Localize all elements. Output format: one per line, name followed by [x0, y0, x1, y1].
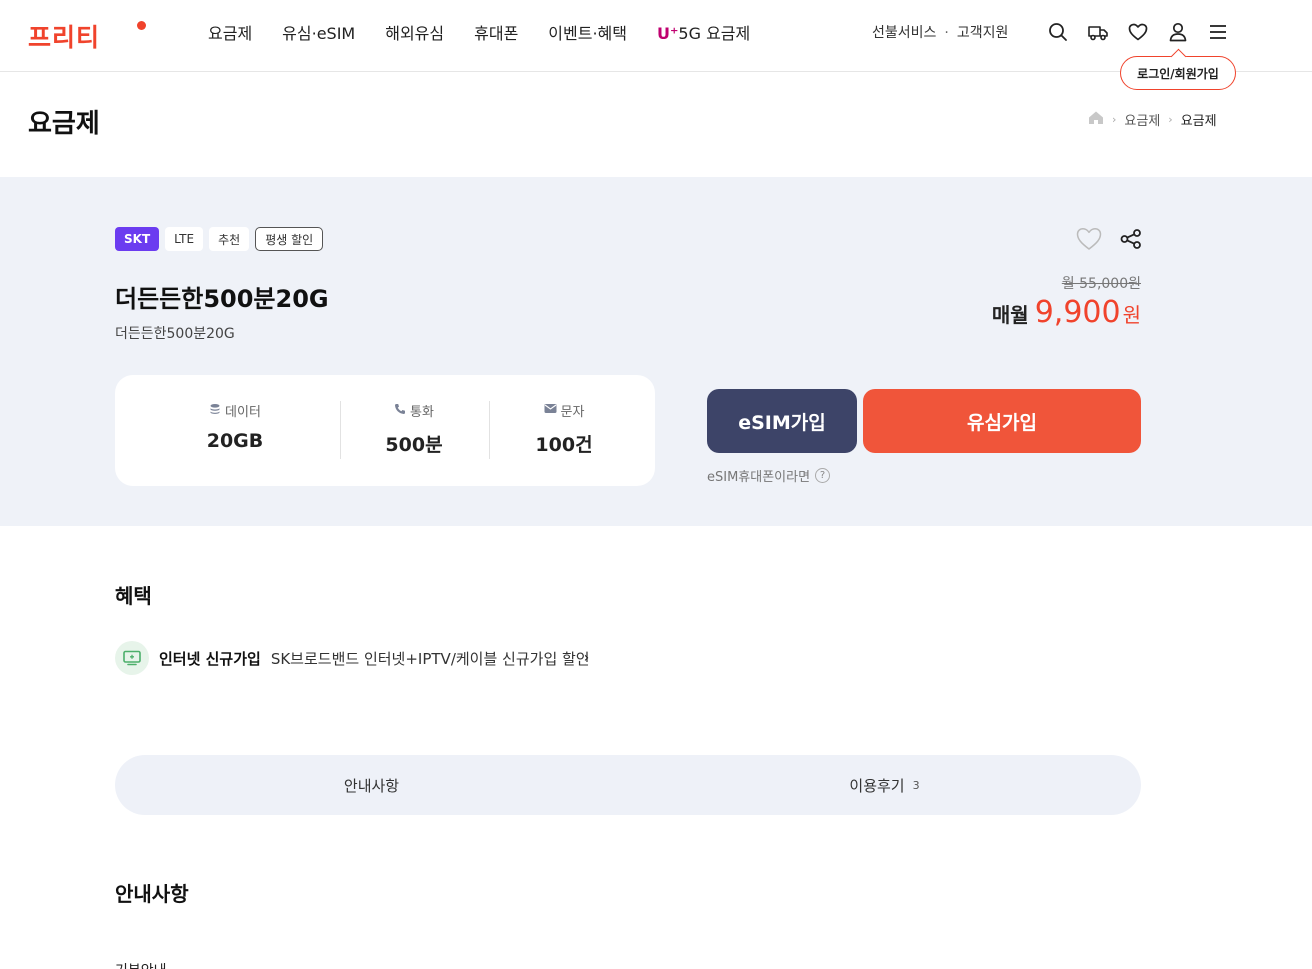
- nav-item-usim-esim[interactable]: 유심·eSIM: [282, 20, 355, 44]
- tab-notice[interactable]: 안내사항: [115, 755, 628, 815]
- chevron-right-icon: ›: [583, 650, 590, 666]
- page-title: 요금제: [28, 109, 100, 139]
- utility-separator: ·: [944, 25, 949, 41]
- benefit-name: 인터넷 신규가입: [159, 649, 261, 668]
- price-unit: 원: [1122, 303, 1141, 327]
- recommend-badge: 추천: [209, 227, 250, 251]
- esim-note-text: eSIM휴대폰이라면: [707, 470, 811, 485]
- breadcrumb-current: 요금제: [1180, 114, 1217, 129]
- usim-signup-button[interactable]: 유심가입: [863, 389, 1141, 453]
- spec-call: 통화 500분: [339, 401, 489, 457]
- spec-value: 100건: [535, 434, 593, 456]
- data-icon: [209, 403, 221, 419]
- price-label: 매월: [991, 303, 1029, 327]
- phone-icon: [394, 403, 406, 419]
- plan-spec-card: 데이터 20GB 통화 500분 문자 100건: [115, 375, 655, 486]
- plan-name: 더든든한500분20G: [115, 285, 329, 313]
- search-icon[interactable]: [1046, 20, 1070, 44]
- tab-reviews[interactable]: 이용후기 3: [628, 755, 1141, 815]
- main-nav: 요금제 유심·eSIM 해외유심 휴대폰 이벤트·혜택 U⁺5G 요금제: [208, 20, 750, 44]
- notice-section-title: 안내사항: [115, 882, 189, 906]
- support-link[interactable]: 고객지원: [957, 25, 1009, 41]
- carrier-badge: SKT: [115, 227, 160, 251]
- esim-signup-button[interactable]: eSIM가입: [707, 389, 857, 453]
- breadcrumb: › 요금제 › 요금제: [1088, 110, 1217, 129]
- delivery-truck-icon[interactable]: [1086, 20, 1110, 44]
- plan-summary-panel: SKT LTE 추천 평생 할인 더든든한500분20G 더든든한500분20G…: [0, 177, 1312, 526]
- site-logo[interactable]: 프리티: [28, 18, 100, 54]
- menu-icon[interactable]: [1206, 20, 1230, 44]
- chevron-right-icon: ›: [1112, 113, 1117, 126]
- prepaid-link[interactable]: 선불서비스: [872, 25, 936, 41]
- breadcrumb-item[interactable]: 요금제: [1124, 110, 1160, 129]
- help-icon[interactable]: ?: [815, 468, 831, 483]
- tv-icon: [115, 641, 149, 675]
- share-icon[interactable]: [1120, 229, 1142, 253]
- plan-subtitle: 더든든한500분20G: [115, 326, 235, 342]
- home-icon[interactable]: [1088, 110, 1104, 129]
- spec-label: 문자: [560, 405, 585, 420]
- site-header: 프리티 요금제 유심·eSIM 해외유심 휴대폰 이벤트·혜택 U⁺5G 요금제…: [0, 0, 1312, 90]
- nav-item-global-usim[interactable]: 해외유심: [385, 20, 444, 44]
- favorite-heart-icon[interactable]: [1076, 227, 1102, 255]
- benefit-section-title: 혜택: [115, 584, 152, 608]
- benefit-description: SK브로드밴드 인터넷+IPTV/케이블 신규가입 할인: [270, 649, 590, 668]
- spec-label: 통화: [410, 405, 434, 420]
- utility-links: 선불서비스 · 고객지원: [872, 22, 1008, 42]
- esim-note: eSIM휴대폰이라면 ?: [707, 466, 831, 485]
- review-count: 3: [912, 778, 920, 792]
- nav-item-events[interactable]: 이벤트·혜택: [548, 20, 627, 44]
- price-value: 9,900: [1034, 295, 1121, 330]
- original-price: 월 55,000원: [1061, 276, 1141, 292]
- spec-value: 500분: [385, 434, 443, 456]
- lifetime-discount-badge: 평생 할인: [255, 227, 324, 251]
- monthly-price: 매월 9,900 원: [992, 295, 1141, 330]
- basic-info-heading[interactable]: 기본안내: [115, 960, 167, 969]
- spec-sms: 문자 100건: [489, 401, 639, 457]
- login-tooltip[interactable]: 로그인/회원가입: [1120, 56, 1236, 90]
- chevron-right-icon: ›: [1168, 113, 1173, 126]
- spec-label: 데이터: [225, 405, 261, 420]
- nav-item-phones[interactable]: 휴대폰: [474, 20, 518, 44]
- network-badge: LTE: [165, 227, 204, 251]
- plan-badges: SKT LTE 추천 평생 할인: [115, 227, 324, 251]
- nav-item-uplus-5g[interactable]: U⁺5G 요금제: [657, 20, 750, 44]
- tab-label: 안내사항: [343, 776, 400, 795]
- tab-label: 이용후기: [849, 776, 905, 795]
- nav-item-plans[interactable]: 요금제: [208, 20, 252, 44]
- mail-icon: [544, 403, 557, 418]
- heart-icon[interactable]: [1126, 20, 1150, 44]
- uplus-logo: U⁺: [656, 24, 679, 43]
- user-icon[interactable]: [1166, 20, 1190, 44]
- detail-tabs: 안내사항 이용후기 3: [115, 755, 1141, 815]
- logo-dot: [137, 21, 146, 30]
- benefit-item[interactable]: 인터넷 신규가입 SK브로드밴드 인터넷+IPTV/케이블 신규가입 할인 ›: [115, 641, 590, 675]
- spec-data: 데이터 20GB: [160, 401, 310, 452]
- uplus-5g-label: 5G 요금제: [678, 24, 751, 43]
- spec-value: 20GB: [206, 430, 264, 452]
